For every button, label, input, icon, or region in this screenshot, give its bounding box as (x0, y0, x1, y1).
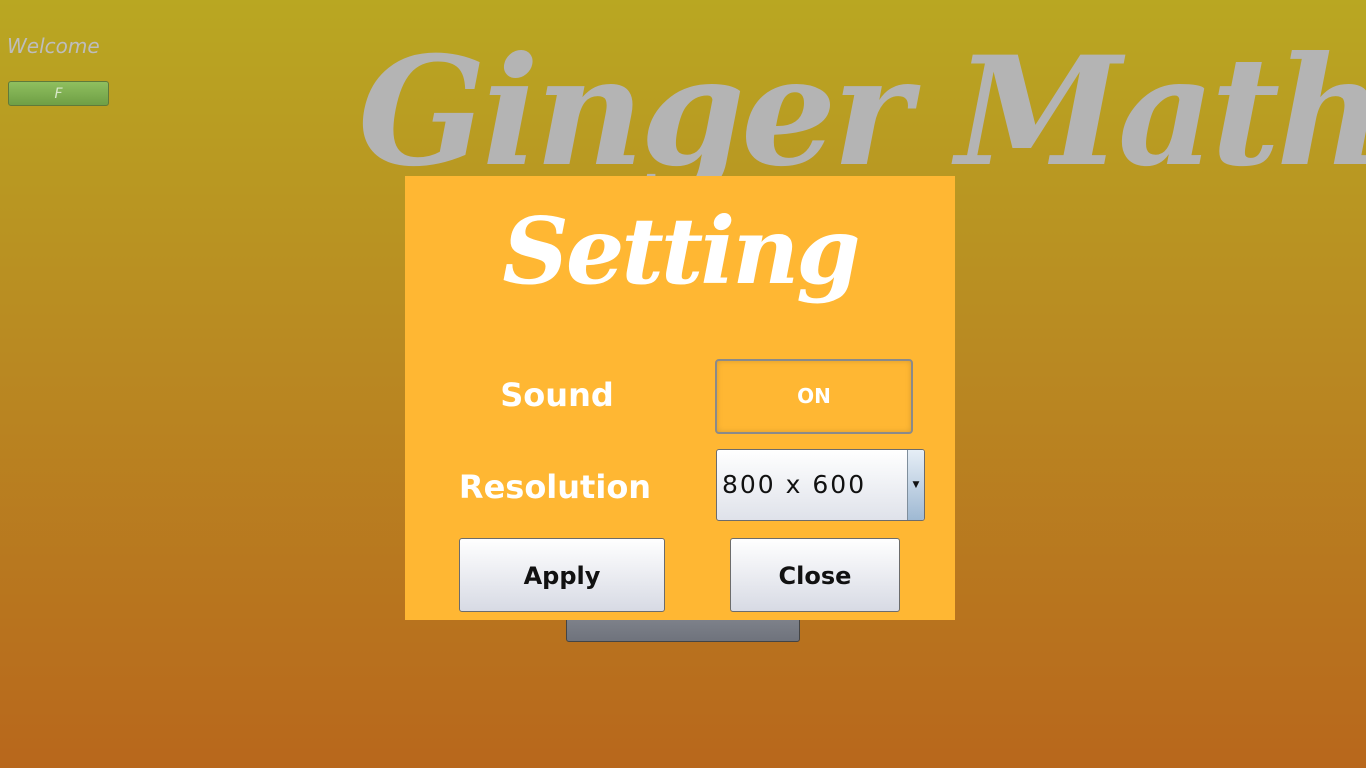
apply-button[interactable]: Apply (459, 538, 665, 612)
dialog-title: Setting (502, 197, 860, 305)
close-button[interactable]: Close (730, 538, 900, 612)
app-title: Ginger Math (358, 24, 1366, 200)
resolution-select[interactable]: 800 x 600 ▼ (716, 449, 925, 521)
resolution-label: Resolution (458, 468, 652, 506)
settings-dialog: Setting Sound ON Resolution 800 x 600 ▼ … (405, 176, 955, 620)
sound-toggle-button[interactable]: ON (715, 359, 913, 434)
sound-label: Sound (500, 376, 614, 414)
triangle-down-icon[interactable]: ▼ (907, 450, 924, 520)
resolution-select-value: 800 x 600 (722, 470, 867, 499)
welcome-label: Welcome (7, 34, 100, 58)
user-button[interactable]: F (8, 81, 109, 106)
